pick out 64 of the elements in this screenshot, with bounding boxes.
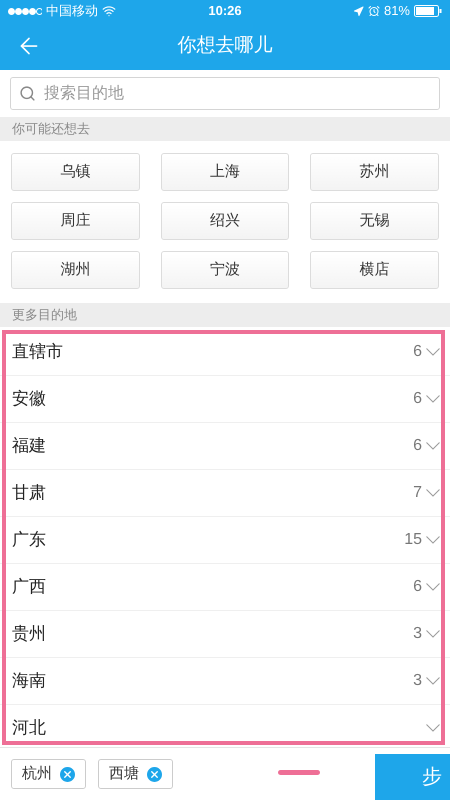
selected-tag[interactable]: 西塘 xyxy=(98,759,173,789)
tag-label: 西塘 xyxy=(109,764,139,784)
search-icon xyxy=(19,85,36,102)
wifi-icon xyxy=(102,4,116,18)
destination-count: 3 xyxy=(413,624,422,644)
pen-mark xyxy=(278,770,320,775)
province-row[interactable]: 海南 3 xyxy=(0,658,450,705)
clock-text: 10:26 xyxy=(208,2,242,20)
carrier-text: 中国移动 xyxy=(46,2,98,20)
destination-button[interactable]: 横店 xyxy=(310,251,439,289)
destination-button[interactable]: 宁波 xyxy=(160,251,290,289)
province-name: 贵州 xyxy=(12,623,47,646)
section-header: 更多目的地 xyxy=(0,303,450,327)
section-header: 你可能还想去 xyxy=(0,117,450,141)
destination-button[interactable]: 绍兴 xyxy=(160,202,290,240)
province-row[interactable]: 广东 15 xyxy=(0,517,450,564)
destination-button[interactable]: 苏州 xyxy=(310,153,439,191)
province-name: 福建 xyxy=(12,435,47,458)
page-title: 你想去哪儿 xyxy=(178,34,272,58)
destination-count: 15 xyxy=(404,530,422,550)
destination-button[interactable]: 无锡 xyxy=(310,202,439,240)
province-name: 安徽 xyxy=(12,388,47,410)
chevron-down-icon xyxy=(426,677,440,685)
chevron-down-icon xyxy=(426,442,440,450)
province-row[interactable]: 河北 xyxy=(0,705,450,747)
destination-button[interactable]: 湖州 xyxy=(11,251,140,289)
province-name: 广东 xyxy=(12,529,47,552)
province-row[interactable]: 贵州 3 xyxy=(0,611,450,658)
chevron-down-icon xyxy=(426,583,440,591)
remove-icon[interactable] xyxy=(147,766,162,782)
battery-icon xyxy=(414,5,442,17)
destination-button[interactable]: 上海 xyxy=(160,153,290,191)
destination-count: 6 xyxy=(413,342,422,362)
chevron-down-icon xyxy=(426,630,440,638)
destination-count: 6 xyxy=(413,436,422,456)
destination-count: 3 xyxy=(413,671,422,691)
chevron-down-icon xyxy=(426,348,440,356)
location-icon xyxy=(352,6,364,16)
province-row[interactable]: 福建 6 xyxy=(0,423,450,470)
search-field[interactable]: 搜索目的地 xyxy=(10,77,440,110)
remove-icon[interactable] xyxy=(60,766,75,782)
chevron-down-icon xyxy=(426,724,440,732)
destination-count: 6 xyxy=(413,389,422,409)
province-row[interactable]: 直辖市 6 xyxy=(0,329,450,376)
province-name: 直辖市 xyxy=(12,341,64,364)
alarm-icon xyxy=(368,5,380,17)
destination-count: 6 xyxy=(413,577,422,597)
province-name: 河北 xyxy=(12,717,47,740)
destination-button[interactable]: 乌镇 xyxy=(11,153,140,191)
signal-icon xyxy=(8,8,42,14)
province-name: 甘肃 xyxy=(12,482,47,504)
province-row[interactable]: 甘肃 7 xyxy=(0,470,450,517)
province-row[interactable]: 广西 6 xyxy=(0,564,450,611)
province-name: 广西 xyxy=(12,576,47,598)
chevron-down-icon xyxy=(426,489,440,497)
battery-text: 81% xyxy=(384,2,410,20)
province-row[interactable]: 安徽 6 xyxy=(0,376,450,423)
tag-label: 杭州 xyxy=(22,764,52,784)
chevron-down-icon xyxy=(426,395,440,403)
destination-button[interactable]: 周庄 xyxy=(11,202,140,240)
destination-count: 7 xyxy=(413,483,422,503)
province-name: 海南 xyxy=(12,670,47,692)
chevron-down-icon xyxy=(426,536,440,544)
selected-tag[interactable]: 杭州 xyxy=(11,759,86,789)
